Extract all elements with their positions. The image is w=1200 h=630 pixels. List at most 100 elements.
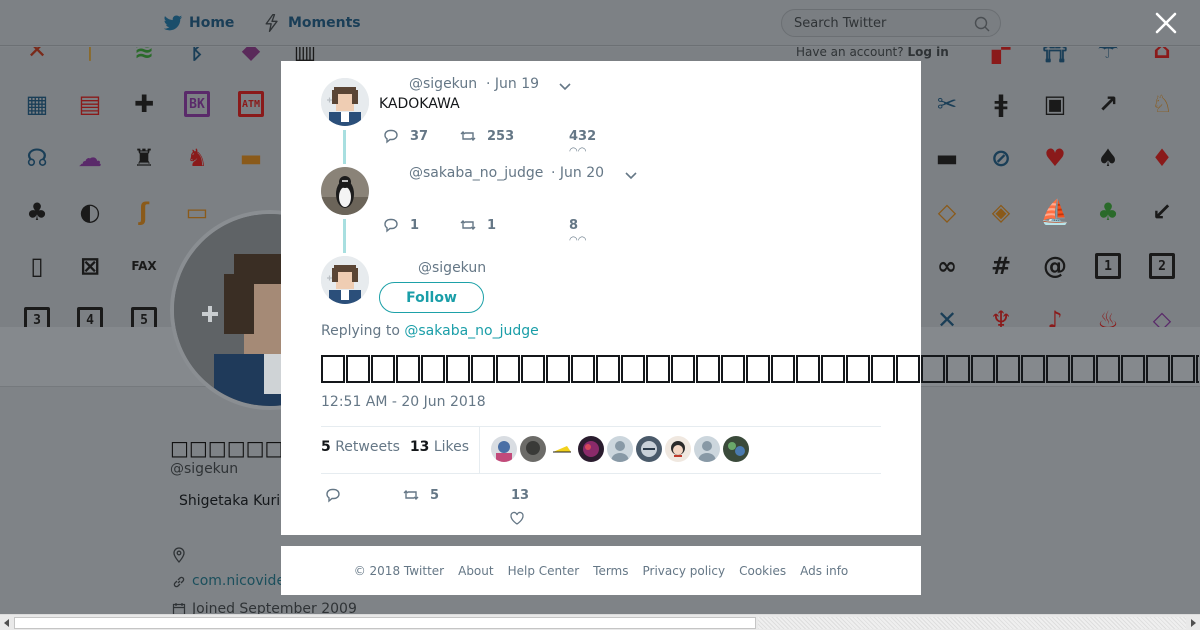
emoji-tile: ✕ bbox=[936, 306, 958, 327]
retweet-action[interactable]: 253 bbox=[459, 127, 514, 145]
follow-button[interactable]: Follow bbox=[379, 282, 484, 313]
horizontal-scrollbar[interactable] bbox=[0, 614, 1200, 630]
scroll-left-arrow-icon[interactable] bbox=[2, 618, 12, 628]
retweets-stat[interactable]: 5 Retweets bbox=[321, 439, 400, 455]
main-tweet-actions: 5 13 bbox=[321, 486, 621, 526]
likes-stat-label: Likes bbox=[433, 439, 470, 455]
avatar[interactable] bbox=[321, 256, 369, 304]
reply-icon bbox=[384, 218, 398, 233]
divider bbox=[321, 426, 881, 427]
thread-connector bbox=[343, 219, 346, 253]
stats-divider bbox=[479, 426, 480, 473]
modal-footer: © 2018 Twitter About Help Center Terms Priva… bbox=[281, 546, 921, 595]
avatar-image-sigekun bbox=[321, 256, 369, 304]
nav-home[interactable]: Home bbox=[163, 12, 234, 34]
close-icon[interactable] bbox=[1153, 10, 1179, 36]
chevron-down-icon[interactable] bbox=[623, 167, 639, 183]
emoji-tile: 2 bbox=[1145, 249, 1179, 283]
emoji-tile: ǂ bbox=[994, 90, 1008, 118]
missing-glyph bbox=[846, 355, 870, 383]
like-count: 432 bbox=[569, 128, 597, 144]
footer-link[interactable]: Cookies bbox=[739, 564, 786, 578]
liker-avatar[interactable] bbox=[694, 436, 720, 462]
search-input[interactable]: Search Twitter bbox=[781, 9, 1001, 37]
missing-glyph bbox=[871, 355, 895, 383]
missing-glyph bbox=[421, 355, 445, 383]
footer-link[interactable]: Terms bbox=[593, 564, 628, 578]
likes-stat[interactable]: 13 Likes bbox=[410, 439, 469, 455]
avatar[interactable] bbox=[321, 78, 369, 126]
liker-avatar[interactable] bbox=[549, 436, 575, 462]
tweet-date[interactable]: · Jun 20 bbox=[551, 165, 604, 181]
emoji-tile: ⌂ bbox=[1153, 47, 1171, 64]
emoji-tile: # bbox=[990, 252, 1012, 280]
scrollbar-thumb[interactable] bbox=[14, 617, 756, 629]
footer-link[interactable]: Help Center bbox=[508, 564, 580, 578]
liker-avatar[interactable] bbox=[491, 436, 517, 462]
retweet-action[interactable]: 5 bbox=[402, 486, 439, 504]
liker-avatar[interactable] bbox=[665, 436, 691, 462]
missing-glyph bbox=[1121, 355, 1145, 383]
like-action[interactable]: 8 bbox=[569, 216, 578, 234]
emoji-tile: ☊ bbox=[26, 144, 48, 172]
emoji-tile: ▣ bbox=[1043, 90, 1067, 118]
emoji-tile: ⛵ bbox=[1040, 198, 1070, 226]
retweet-count: 253 bbox=[487, 128, 515, 144]
emoji-tile: ▬ bbox=[239, 144, 263, 172]
tweet-date[interactable]: · Jun 19 bbox=[486, 76, 539, 92]
replying-to-link[interactable]: @sakaba_no_judge bbox=[404, 323, 538, 339]
liker-avatar[interactable] bbox=[723, 436, 749, 462]
main-tweet-text bbox=[321, 355, 1199, 383]
missing-glyph bbox=[821, 355, 845, 383]
liker-avatar[interactable] bbox=[636, 436, 662, 462]
missing-glyph bbox=[321, 355, 345, 383]
emoji-tile: ◆ bbox=[241, 47, 261, 64]
missing-glyph bbox=[1196, 355, 1199, 383]
retweet-action[interactable]: 1 bbox=[459, 216, 496, 234]
scrollbar-track[interactable] bbox=[758, 617, 1186, 629]
reply-icon bbox=[384, 129, 398, 144]
thread-connector bbox=[343, 130, 346, 164]
reply-action[interactable]: 1 bbox=[382, 216, 419, 234]
footer-link[interactable]: Ads info bbox=[800, 564, 848, 578]
tweet-handle[interactable]: @sakaba_no_judge bbox=[409, 165, 543, 181]
like-action[interactable]: 13 bbox=[511, 486, 529, 504]
emoji-tile: 5 bbox=[127, 303, 161, 327]
profile-bio: Shigetaka Kuri bbox=[179, 493, 281, 509]
chevron-down-icon[interactable] bbox=[557, 78, 573, 94]
emoji-tile: ᛉ bbox=[82, 47, 98, 64]
emoji-tile: ✚ bbox=[133, 90, 155, 118]
heart-icon[interactable] bbox=[509, 510, 525, 526]
search-icon[interactable] bbox=[974, 16, 990, 32]
footer-link[interactable]: Privacy policy bbox=[643, 564, 726, 578]
lightning-icon bbox=[265, 14, 278, 32]
emoji-tile: ♣ bbox=[1097, 198, 1119, 226]
avatar[interactable] bbox=[321, 167, 369, 215]
reply-action[interactable]: 37 bbox=[382, 127, 428, 145]
like-heart-icon[interactable]: ◠◠ bbox=[569, 146, 586, 157]
like-heart-icon[interactable]: ◠◠ bbox=[569, 235, 586, 246]
reply-action[interactable] bbox=[324, 486, 342, 504]
emoji-tile: ✕ bbox=[26, 47, 48, 64]
like-action[interactable]: 432 bbox=[569, 127, 596, 145]
main-tweet-timestamp[interactable]: 12:51 AM - 20 Jun 2018 bbox=[321, 394, 486, 410]
liker-avatar[interactable] bbox=[520, 436, 546, 462]
bird-logo-icon bbox=[163, 15, 183, 31]
login-link[interactable]: Log in bbox=[907, 45, 948, 59]
missing-glyph bbox=[971, 355, 995, 383]
liker-avatar[interactable] bbox=[607, 436, 633, 462]
scroll-right-arrow-icon[interactable] bbox=[1188, 618, 1198, 628]
divider bbox=[321, 473, 881, 474]
liker-avatar[interactable] bbox=[578, 436, 604, 462]
tweet-handle[interactable]: @sigekun bbox=[409, 76, 477, 92]
replying-to: Replying to @sakaba_no_judge bbox=[321, 323, 539, 339]
emoji-tile: ATM bbox=[234, 87, 268, 121]
footer-link[interactable]: About bbox=[458, 564, 493, 578]
missing-glyph bbox=[671, 355, 695, 383]
nav-moments[interactable]: Moments bbox=[262, 12, 361, 34]
main-tweet-handle[interactable]: @sigekun bbox=[418, 260, 486, 276]
profile-website-link[interactable]: com.nicovide bbox=[192, 573, 285, 589]
emoji-tile: ▤ bbox=[78, 90, 102, 118]
tweet-text: KADOKAWA bbox=[379, 96, 460, 112]
emoji-tile: ♦ bbox=[1151, 144, 1173, 172]
